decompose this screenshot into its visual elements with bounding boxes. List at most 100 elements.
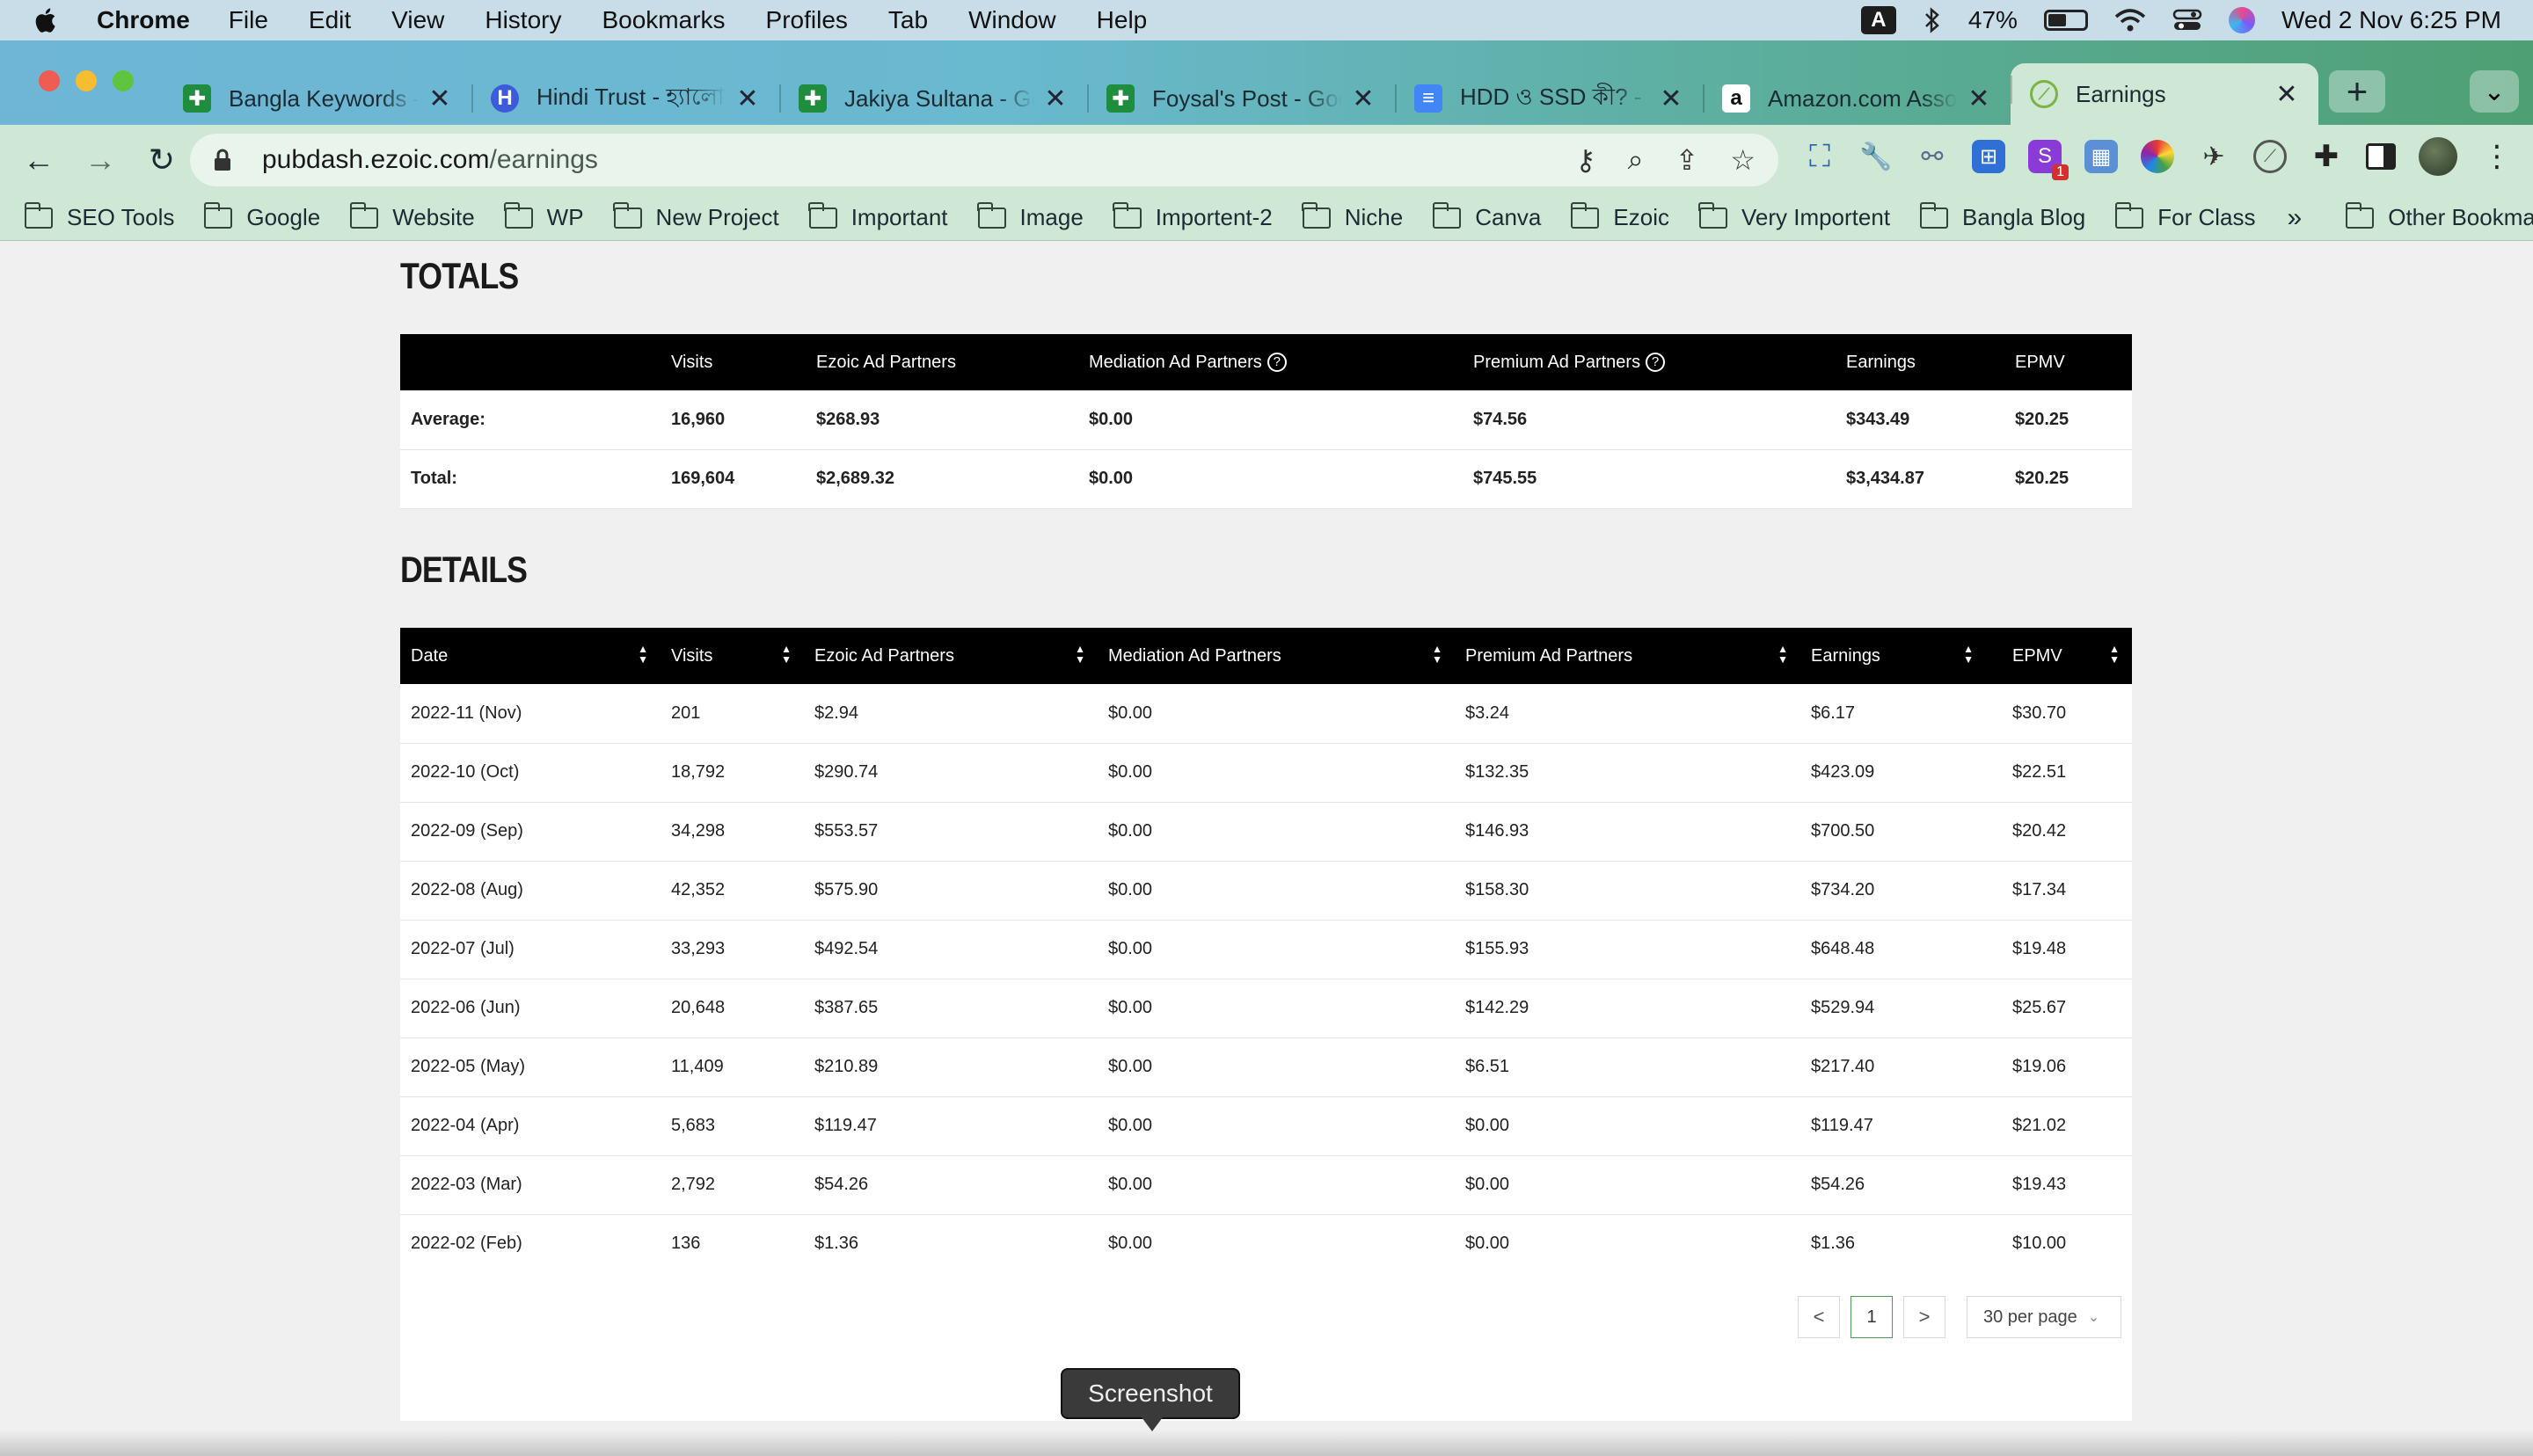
tab-earnings[interactable]: ⟋ Earnings ✕: [2011, 63, 2318, 125]
bookmark-folder[interactable]: Canva: [1432, 201, 1541, 231]
battery-icon[interactable]: [2043, 10, 2088, 31]
help-icon[interactable]: ?: [1266, 353, 1287, 373]
page-number-button[interactable]: 1: [1850, 1296, 1893, 1338]
bookmark-folder[interactable]: New Project: [613, 201, 779, 231]
url-path: /earnings: [489, 145, 598, 174]
forward-button[interactable]: →: [77, 137, 123, 183]
bookmark-folder[interactable]: WP: [504, 201, 584, 231]
tab-amazon-associates[interactable]: a Amazon.com Assoc ✕: [1703, 72, 2011, 125]
sort-icon[interactable]: ▲ ▼: [1432, 644, 1442, 665]
key-icon[interactable]: ⚷: [1575, 143, 1595, 177]
sortable-column-mediation[interactable]: Mediation Ad Partners ▲ ▼: [1098, 628, 1455, 684]
menu-profiles[interactable]: Profiles: [766, 6, 848, 34]
sort-icon[interactable]: ▲ ▼: [1075, 644, 1085, 665]
tab-foysals-post[interactable]: ✚ Foysal's Post - Goog ✕: [1087, 72, 1395, 125]
sortable-column-ezoic[interactable]: Ezoic Ad Partners ▲ ▼: [804, 628, 1098, 684]
sort-icon[interactable]: ▲ ▼: [1963, 644, 1974, 665]
cell-ezoic: $553.57: [804, 802, 1098, 862]
bookmark-folder[interactable]: Niche: [1302, 201, 1403, 231]
menu-edit[interactable]: Edit: [309, 6, 351, 34]
close-icon[interactable]: ✕: [1043, 84, 1068, 114]
sort-icon[interactable]: ▲ ▼: [2109, 644, 2120, 665]
sort-icon[interactable]: ▲ ▼: [1777, 644, 1788, 665]
menu-bookmarks[interactable]: Bookmarks: [602, 6, 725, 34]
new-tab-button[interactable]: +: [2329, 70, 2385, 113]
screenshot-extension-icon[interactable]: ⛶: [1803, 140, 1836, 173]
per-page-select[interactable]: 30 per page ⌄: [1967, 1296, 2121, 1338]
menu-help[interactable]: Help: [1097, 6, 1148, 34]
bookmark-star-icon[interactable]: ☆: [1730, 143, 1756, 177]
bookmark-folder[interactable]: For Class: [2114, 201, 2256, 231]
close-icon[interactable]: ✕: [1967, 84, 1991, 114]
siri-icon[interactable]: [2228, 7, 2255, 33]
bookmark-folder[interactable]: SEO Tools: [24, 201, 174, 231]
bookmark-folder[interactable]: Important: [808, 201, 948, 231]
address-bar[interactable]: pubdash.ezoic.com/earnings ⚷ ⌕ ⇪ ☆: [190, 134, 1778, 186]
translate-extension-icon[interactable]: ⊞: [1972, 140, 2005, 173]
sortable-column-epmv[interactable]: EPMV ▲ ▼: [1986, 628, 2132, 684]
tab-hindi-trust[interactable]: H Hindi Trust - হ্যালো, ই ✕: [471, 72, 779, 125]
wifi-icon[interactable]: [2114, 8, 2146, 33]
profile-avatar[interactable]: [2419, 137, 2457, 176]
menu-view[interactable]: View: [391, 6, 444, 34]
prev-page-button[interactable]: <: [1798, 1296, 1840, 1338]
cell-mediation: $0.00: [1078, 449, 1463, 509]
sortable-column-earnings[interactable]: Earnings ▲ ▼: [1800, 628, 1986, 684]
close-icon[interactable]: ✕: [1659, 84, 1683, 114]
back-button[interactable]: ←: [16, 137, 62, 183]
share-icon[interactable]: ⇪: [1675, 143, 1699, 177]
clock[interactable]: Wed 2 Nov 6:25 PM: [2281, 6, 2501, 34]
reload-button[interactable]: ↻: [139, 137, 185, 183]
puzzle-icon[interactable]: ✚: [2310, 140, 2343, 173]
bluetooth-icon[interactable]: [1923, 6, 1942, 34]
bookmark-folder[interactable]: Bangla Blog: [1919, 201, 2085, 231]
more-menu-icon[interactable]: ⋮: [2480, 140, 2514, 173]
sortable-column-date[interactable]: Date ▲ ▼: [400, 628, 661, 684]
sort-icon[interactable]: ▲ ▼: [781, 644, 792, 665]
menu-file[interactable]: File: [229, 6, 268, 34]
bookmark-folder[interactable]: Image: [977, 201, 1084, 231]
menu-window[interactable]: Window: [968, 6, 1056, 34]
tools-extension-icon[interactable]: 🔧: [1859, 140, 1893, 173]
image-extension-icon[interactable]: ▦: [2084, 140, 2118, 173]
close-icon[interactable]: ✕: [735, 84, 760, 114]
next-page-button[interactable]: >: [1903, 1296, 1945, 1338]
menu-history[interactable]: History: [485, 6, 561, 34]
bookmark-folder[interactable]: Very Importent: [1698, 201, 1890, 231]
sortable-column-premium[interactable]: Premium Ad Partners ▲ ▼: [1455, 628, 1800, 684]
app-name[interactable]: Chrome: [97, 6, 190, 34]
help-icon[interactable]: ?: [1646, 353, 1666, 373]
tab-bangla-keywords[interactable]: ✚ Bangla Keywords - G ✕: [164, 72, 471, 125]
close-window-button[interactable]: [39, 70, 60, 91]
folder-icon: [24, 201, 53, 229]
other-bookmarks[interactable]: Other Bookmarks: [2345, 201, 2533, 231]
bookmark-folder[interactable]: Ezoic: [1570, 201, 1669, 231]
bookmark-folder[interactable]: Importent-2: [1113, 201, 1273, 231]
maximize-window-button[interactable]: [113, 70, 134, 91]
control-center-icon[interactable]: [2172, 8, 2202, 33]
minimize-window-button[interactable]: [76, 70, 97, 91]
side-panel-icon[interactable]: [2366, 143, 2396, 170]
close-icon[interactable]: ✕: [427, 84, 452, 114]
close-icon[interactable]: ✕: [2274, 79, 2299, 110]
cell-mediation: $0.00: [1098, 1155, 1455, 1215]
bird-extension-icon[interactable]: ✈: [2197, 140, 2230, 173]
sortable-column-visits[interactable]: Visits ▲ ▼: [661, 628, 804, 684]
lock-icon[interactable]: [209, 148, 236, 172]
tab-search-button[interactable]: ⌄: [2470, 70, 2519, 113]
input-source-icon[interactable]: A: [1860, 6, 1896, 34]
bookmark-folder[interactable]: Google: [203, 201, 320, 231]
color-picker-extension-icon[interactable]: [2141, 140, 2174, 173]
ezoic-extension-icon[interactable]: ⟋: [2253, 140, 2287, 173]
zoom-icon[interactable]: ⌕: [1628, 143, 1644, 177]
link-extension-icon[interactable]: ⚯: [1916, 140, 1949, 173]
bookmark-folder[interactable]: Website: [349, 201, 475, 231]
tab-hdd-ssd[interactable]: ≡ HDD ও SSD কী? - Go ✕: [1395, 72, 1703, 125]
tab-jakiya-sultana[interactable]: ✚ Jakiya Sultana - Goo ✕: [779, 72, 1087, 125]
bookmarks-overflow-button[interactable]: »: [2288, 203, 2303, 233]
close-icon[interactable]: ✕: [1351, 84, 1376, 114]
menu-tab[interactable]: Tab: [888, 6, 928, 34]
apple-icon[interactable]: [32, 5, 62, 35]
seo-extension-icon[interactable]: S1: [2028, 140, 2069, 180]
sort-icon[interactable]: ▲ ▼: [638, 644, 648, 665]
